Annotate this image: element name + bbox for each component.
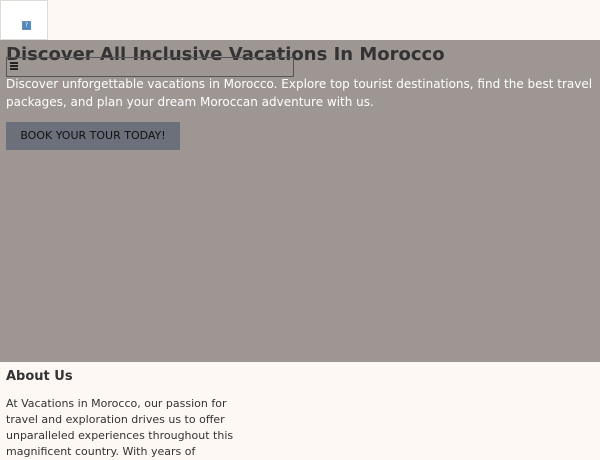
about-heading: About Us bbox=[6, 369, 73, 384]
help-icon: ? bbox=[22, 21, 31, 30]
site-logo[interactable]: ? bbox=[0, 0, 48, 40]
about-text: At Vacations in Morocco, our passion for… bbox=[6, 397, 234, 458]
book-tour-button[interactable]: BOOK YOUR TOUR TODAY! bbox=[6, 122, 180, 150]
hero-description: Discover unforgettable vacations in Moro… bbox=[6, 77, 593, 109]
top-bar: ? bbox=[0, 0, 600, 40]
menu-toggle-button[interactable] bbox=[6, 57, 294, 77]
hamburger-menu-icon bbox=[10, 62, 18, 70]
